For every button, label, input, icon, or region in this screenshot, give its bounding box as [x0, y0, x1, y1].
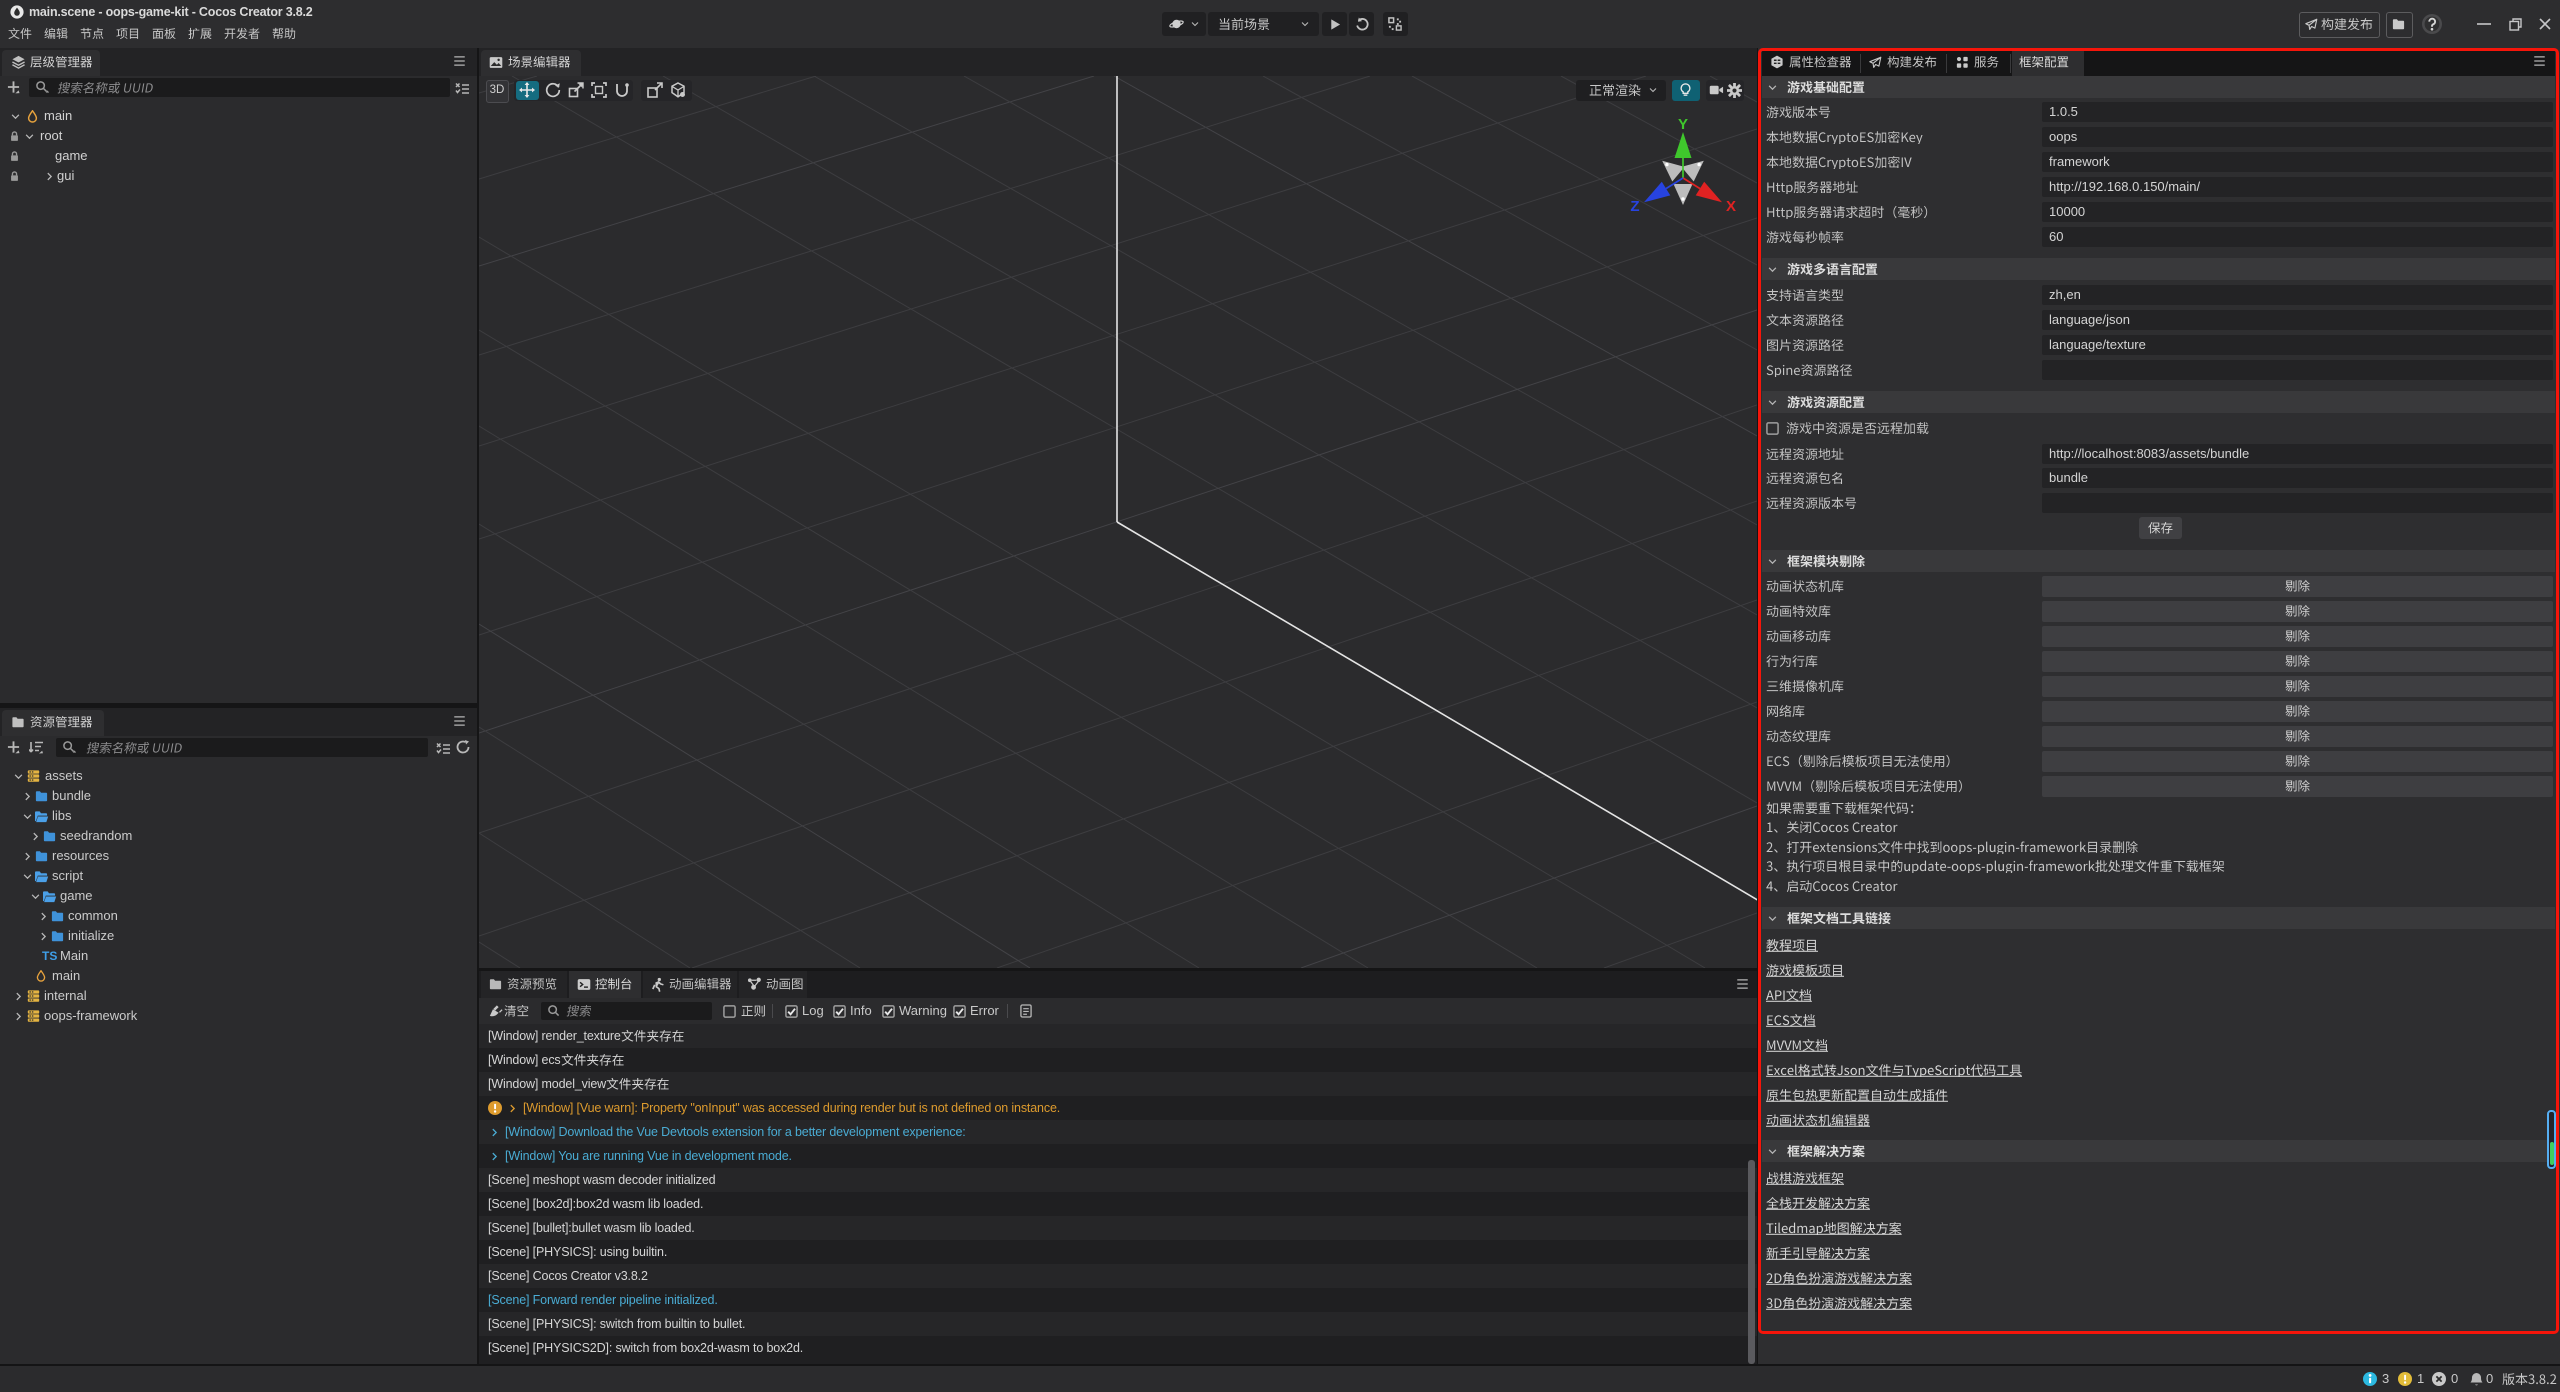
svg-text:Z: Z — [1630, 198, 1639, 215]
svg-text:Y: Y — [1678, 118, 1688, 133]
svg-text:X: X — [1726, 198, 1736, 215]
